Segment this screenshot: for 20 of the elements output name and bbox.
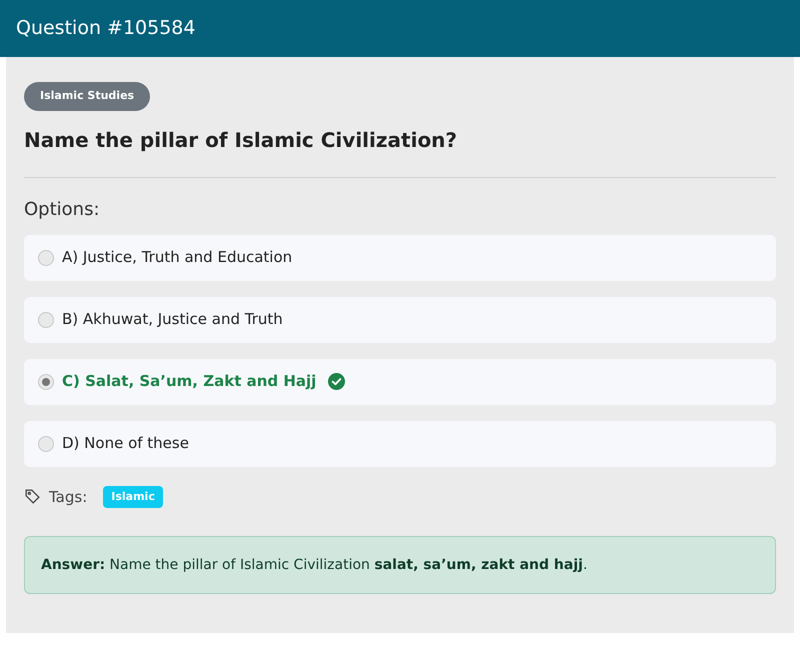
option-row[interactable]: B) Akhuwat, Justice and Truth: [24, 296, 776, 342]
option-text: D) None of these: [62, 433, 189, 454]
option-row[interactable]: C) Salat, Sa’um, Zakt and Hajj: [24, 358, 776, 404]
answer-text: Answer: Name the pillar of Islamic Civilization salat, sa’um, zakt and hajj.: [41, 556, 588, 574]
radio-button[interactable]: [38, 374, 54, 390]
option-text: B) Akhuwat, Justice and Truth: [62, 309, 283, 330]
option-row[interactable]: D) None of these: [24, 420, 776, 466]
category-badge: Islamic Studies: [24, 82, 150, 110]
radio-button[interactable]: [38, 312, 54, 328]
tag-icon: [24, 488, 41, 506]
option-row[interactable]: A) Justice, Truth and Education: [24, 234, 776, 280]
page-title: Question #105584: [16, 16, 196, 42]
options-label: Options:: [24, 198, 101, 222]
radio-button[interactable]: [38, 250, 54, 266]
radio-button[interactable]: [38, 436, 54, 452]
option-text: C) Salat, Sa’um, Zakt and Hajj: [62, 371, 316, 392]
question-text: Name the pillar of Islamic Civilization?: [24, 126, 458, 154]
check-circle-icon: [328, 373, 346, 390]
option-text: A) Justice, Truth and Education: [62, 247, 292, 268]
tags-label: Tags:: [49, 486, 88, 508]
